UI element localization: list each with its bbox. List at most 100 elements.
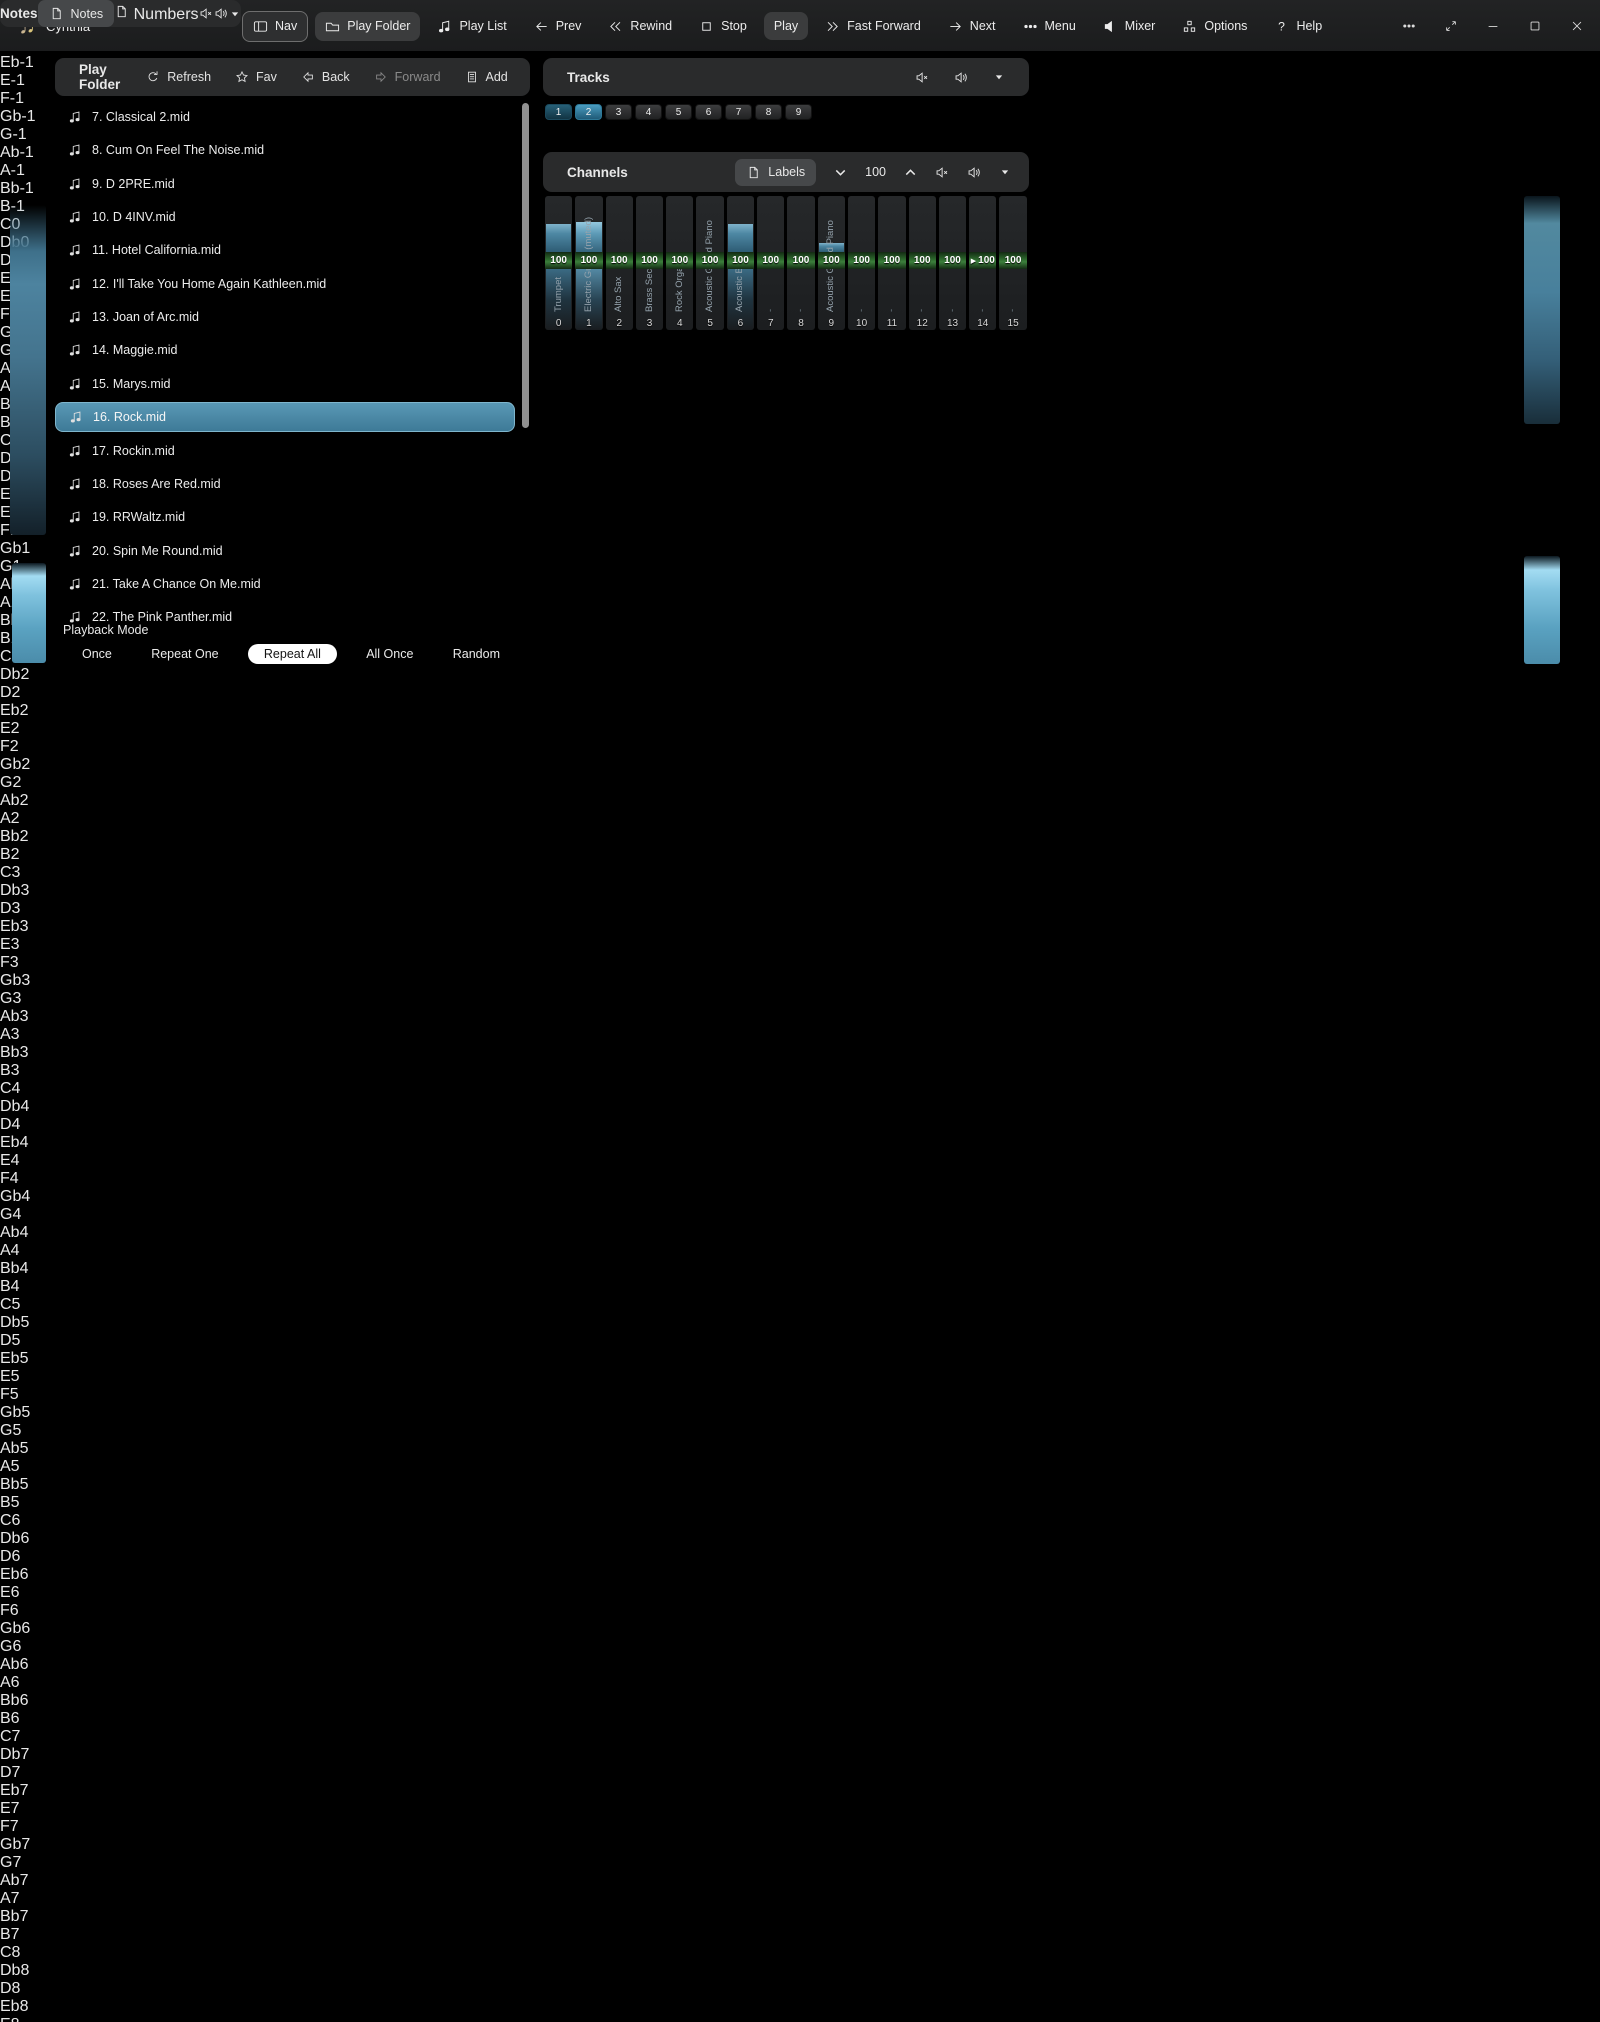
note-cell-bb7[interactable]: Bb7 bbox=[0, 1908, 1600, 1926]
note-cell-d8[interactable]: D8 bbox=[0, 1980, 1600, 1998]
note-cell-ab6[interactable]: Ab6 bbox=[0, 1656, 1600, 1674]
note-cell-b7[interactable]: B7 bbox=[0, 1926, 1600, 1944]
note-cell-gb6[interactable]: Gb6 bbox=[0, 1620, 1600, 1638]
note-cell-e4[interactable]: E4 bbox=[0, 1152, 1600, 1170]
toolbar-button-help[interactable]: ?Help bbox=[1264, 12, 1332, 41]
note-cell-db5[interactable]: Db5 bbox=[0, 1314, 1600, 1332]
forward-button[interactable]: Forward bbox=[374, 70, 441, 84]
notes-mute-icon[interactable] bbox=[199, 6, 214, 21]
note-cell-f2[interactable]: F2 bbox=[0, 738, 1600, 756]
note-cell-eb6[interactable]: Eb6 bbox=[0, 1566, 1600, 1584]
toolbar-button-options[interactable]: Options bbox=[1172, 12, 1257, 41]
note-cell-c3[interactable]: C3 bbox=[0, 864, 1600, 882]
note-cell-gb3[interactable]: Gb3 bbox=[0, 972, 1600, 990]
mode-option-repeat-one[interactable]: Repeat One bbox=[141, 644, 228, 664]
toolbar-button-menu[interactable]: Menu bbox=[1013, 12, 1086, 41]
channels-dropdown-icon[interactable] bbox=[999, 166, 1011, 178]
note-cell-e2[interactable]: E2 bbox=[0, 720, 1600, 738]
note-cell-c5[interactable]: C5 bbox=[0, 1296, 1600, 1314]
note-cell-d7[interactable]: D7 bbox=[0, 1764, 1600, 1782]
list-item[interactable]: 16. Rock.mid bbox=[55, 402, 515, 432]
note-cell-gb5[interactable]: Gb5 bbox=[0, 1404, 1600, 1422]
note-cell-gb7[interactable]: Gb7 bbox=[0, 1836, 1600, 1854]
note-cell-eb4[interactable]: Eb4 bbox=[0, 1134, 1600, 1152]
channel-strip-8[interactable]: -1008 bbox=[787, 196, 814, 330]
notes-view-button[interactable]: Notes bbox=[38, 0, 115, 27]
toolbar-button-play-folder[interactable]: Play Folder bbox=[315, 12, 420, 41]
refresh-button[interactable]: Refresh bbox=[146, 70, 211, 84]
note-cell-eb7[interactable]: Eb7 bbox=[0, 1782, 1600, 1800]
list-item[interactable]: 10. D 4INV.mid bbox=[55, 202, 515, 232]
list-item[interactable]: 7. Classical 2.mid bbox=[55, 102, 515, 132]
list-item[interactable]: 14. Maggie.mid bbox=[55, 335, 515, 365]
note-cell-db3[interactable]: Db3 bbox=[0, 882, 1600, 900]
note-cell-bb6[interactable]: Bb6 bbox=[0, 1692, 1600, 1710]
note-cell-bb3[interactable]: Bb3 bbox=[0, 1044, 1600, 1062]
note-cell-db2[interactable]: Db2 bbox=[0, 666, 1600, 684]
note-cell-a6[interactable]: A6 bbox=[0, 1674, 1600, 1692]
more-icon[interactable] bbox=[1402, 19, 1416, 33]
list-item[interactable]: 8. Cum On Feel The Noise.mid bbox=[55, 135, 515, 165]
toolbar-button-play-list[interactable]: Play List bbox=[427, 12, 516, 41]
note-cell-g2[interactable]: G2 bbox=[0, 774, 1600, 792]
note-cell-gb2[interactable]: Gb2 bbox=[0, 756, 1600, 774]
channel-strip-2[interactable]: Alto Sax1002 bbox=[606, 196, 633, 330]
mode-option-all-once[interactable]: All Once bbox=[356, 644, 423, 664]
note-cell-g3[interactable]: G3 bbox=[0, 990, 1600, 1008]
track-button-1[interactable]: 1 bbox=[545, 104, 572, 120]
note-cell-f3[interactable]: F3 bbox=[0, 954, 1600, 972]
list-item[interactable]: 12. I'll Take You Home Again Kathleen.mi… bbox=[55, 269, 515, 299]
note-cell-ab2[interactable]: Ab2 bbox=[0, 792, 1600, 810]
track-button-6[interactable]: 6 bbox=[695, 104, 722, 120]
channel-strip-7[interactable]: -1007 bbox=[757, 196, 784, 330]
note-cell-g6[interactable]: G6 bbox=[0, 1638, 1600, 1656]
list-item[interactable]: 17. Rockin.mid bbox=[55, 436, 515, 466]
track-button-7[interactable]: 7 bbox=[725, 104, 752, 120]
list-item[interactable]: 15. Marys.mid bbox=[55, 369, 515, 399]
note-cell-f5[interactable]: F5 bbox=[0, 1386, 1600, 1404]
note-cell-a5[interactable]: A5 bbox=[0, 1458, 1600, 1476]
fav-button[interactable]: Fav bbox=[235, 70, 277, 84]
toolbar-button-prev[interactable]: Prev bbox=[524, 12, 592, 41]
channel-strip-5[interactable]: Acoustic Grand Piano1005 bbox=[696, 196, 723, 330]
note-cell-e6[interactable]: E6 bbox=[0, 1584, 1600, 1602]
channel-strip-0[interactable]: Trumpet1000 bbox=[545, 196, 572, 330]
note-cell-db8[interactable]: Db8 bbox=[0, 1962, 1600, 1980]
note-cell-d3[interactable]: D3 bbox=[0, 900, 1600, 918]
note-cell-e5[interactable]: E5 bbox=[0, 1368, 1600, 1386]
channels-mute-icon[interactable] bbox=[935, 165, 950, 180]
note-cell-d6[interactable]: D6 bbox=[0, 1548, 1600, 1566]
note-cell-d5[interactable]: D5 bbox=[0, 1332, 1600, 1350]
close-icon[interactable] bbox=[1570, 19, 1584, 33]
note-cell-g5[interactable]: G5 bbox=[0, 1422, 1600, 1440]
list-item[interactable]: 9. D 2PRE.mid bbox=[55, 169, 515, 199]
numbers-view-button[interactable]: Numbers bbox=[114, 4, 198, 24]
note-cell-db7[interactable]: Db7 bbox=[0, 1746, 1600, 1764]
mode-option-random[interactable]: Random bbox=[443, 644, 510, 664]
list-item[interactable]: 21. Take A Chance On Me.mid bbox=[55, 569, 515, 599]
track-button-3[interactable]: 3 bbox=[605, 104, 632, 120]
note-cell-db6[interactable]: Db6 bbox=[0, 1530, 1600, 1548]
note-cell-f7[interactable]: F7 bbox=[0, 1818, 1600, 1836]
track-button-2[interactable]: 2 bbox=[575, 104, 602, 120]
note-cell-bb4[interactable]: Bb4 bbox=[0, 1260, 1600, 1278]
tracks-dropdown-icon[interactable] bbox=[993, 71, 1005, 83]
note-cell-eb8[interactable]: Eb8 bbox=[0, 1998, 1600, 2016]
note-cell-c8[interactable]: C8 bbox=[0, 1944, 1600, 1962]
note-cell-eb2[interactable]: Eb2 bbox=[0, 702, 1600, 720]
mode-option-repeat-all[interactable]: Repeat All bbox=[248, 644, 337, 664]
channel-strip-1[interactable]: Electric Guitar (muted)1001 bbox=[575, 196, 602, 330]
note-cell-c6[interactable]: C6 bbox=[0, 1512, 1600, 1530]
tracks-mute-icon[interactable] bbox=[915, 70, 930, 85]
note-cell-db4[interactable]: Db4 bbox=[0, 1098, 1600, 1116]
track-button-8[interactable]: 8 bbox=[755, 104, 782, 120]
list-item[interactable]: 18. Roses Are Red.mid bbox=[55, 469, 515, 499]
labels-button[interactable]: Labels bbox=[735, 159, 816, 186]
channel-strip-9[interactable]: Acoustic Grand Piano1009 bbox=[818, 196, 845, 330]
note-cell-a2[interactable]: A2 bbox=[0, 810, 1600, 828]
note-cell-e7[interactable]: E7 bbox=[0, 1800, 1600, 1818]
maximize-icon[interactable] bbox=[1528, 19, 1542, 33]
channel-strip-6[interactable]: Acoustic Bass1006 bbox=[727, 196, 754, 330]
note-cell-a4[interactable]: A4 bbox=[0, 1242, 1600, 1260]
channel-strip-11[interactable]: -10011 bbox=[878, 196, 905, 330]
